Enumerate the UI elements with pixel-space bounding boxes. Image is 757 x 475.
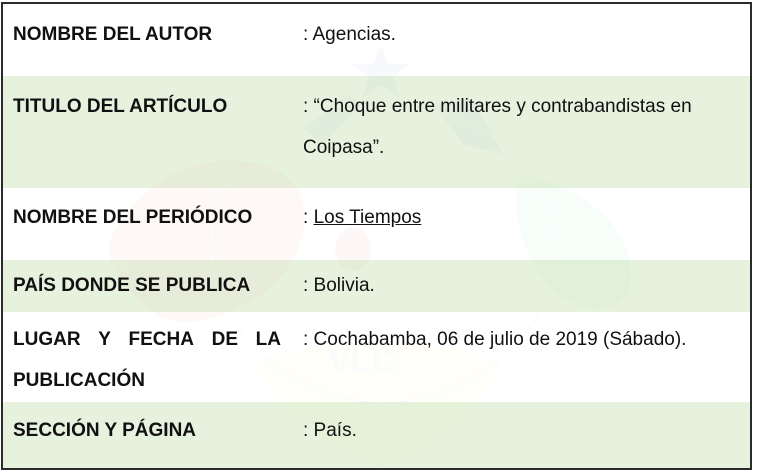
author-value: : Agencias. (303, 24, 396, 45)
row-section-page: SECCIÓN Y PÁGINA : País. (3, 402, 750, 468)
place-date-word: LUGAR (13, 329, 81, 350)
article-title-label: TITULO DEL ARTÍCULO (13, 96, 228, 117)
newspaper-label: NOMBRE DEL PERIÓDICO (13, 207, 253, 228)
row-newspaper: NOMBRE DEL PERIÓDICO : Los Tiempos (3, 188, 750, 260)
place-date-label-line1: LUGAR Y FECHA DE LA (13, 319, 281, 360)
place-date-label-line2: PUBLICACIÓN (13, 370, 145, 391)
row-place-date: LUGAR Y FECHA DE LA PUBLICACIÓN : Cochab… (3, 312, 750, 402)
author-label: NOMBRE DEL AUTOR (13, 24, 213, 45)
section-page-label: SECCIÓN Y PÁGINA (13, 420, 197, 441)
row-article-title: TITULO DEL ARTÍCULO : “Choque entre mili… (3, 76, 750, 188)
newspaper-prefix: : (303, 207, 314, 228)
place-date-word: Y (98, 329, 111, 350)
article-title-value-line1: : “Choque entre militares y contrabandis… (303, 96, 692, 117)
row-author: NOMBRE DEL AUTOR : Agencias. (3, 4, 750, 76)
section-page-value: : País. (303, 420, 357, 441)
article-title-value-line2: Coipasa”. (303, 137, 385, 158)
row-country: PAÍS DONDE SE PUBLICA : Bolivia. (3, 260, 750, 312)
newspaper-value: : Los Tiempos (303, 197, 748, 238)
place-date-word: FECHA (128, 329, 194, 350)
place-date-value: : Cochabamba, 06 de julio de 2019 (Sábad… (303, 329, 687, 350)
place-date-word: LA (255, 329, 281, 350)
country-label: PAÍS DONDE SE PUBLICA (13, 275, 251, 296)
country-value: : Bolivia. (303, 275, 375, 296)
place-date-word: DE (211, 329, 239, 350)
newspaper-link[interactable]: Los Tiempos (314, 207, 422, 228)
document-info-table: VLC NOMBRE DEL AUTOR : Agencias. TITULO … (1, 2, 752, 470)
